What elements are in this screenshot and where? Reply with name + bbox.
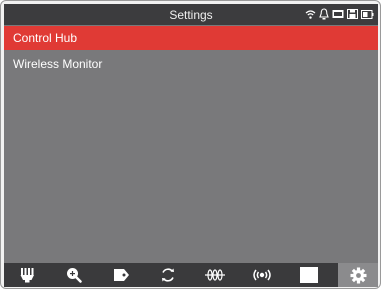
broadcast-icon [253, 269, 271, 281]
title-bar: Settings [4, 4, 378, 25]
gear-icon [350, 267, 366, 283]
refresh-icon [162, 268, 174, 282]
blank-button[interactable] [290, 263, 328, 287]
probe-icon [20, 268, 34, 283]
menu-item-label: Wireless Monitor [13, 57, 103, 71]
menu-item-wireless-monitor[interactable]: Wireless Monitor [4, 52, 378, 76]
menu-item-control-hub[interactable]: Control Hub [4, 26, 378, 50]
broadcast-button[interactable] [243, 263, 281, 287]
menu-item-label: Control Hub [13, 31, 78, 45]
status-icons [305, 7, 374, 21]
zoom-in-icon [67, 268, 82, 283]
bottom-toolbar [4, 263, 378, 287]
battery-icon [361, 9, 374, 19]
bell-icon [319, 8, 329, 20]
signal-wave-button[interactable] [196, 263, 234, 287]
card-icon [332, 10, 344, 18]
wifi-icon [305, 9, 316, 19]
screen: Settings Control Hub Wireless Monitor [4, 4, 378, 287]
save-icon [347, 9, 358, 19]
refresh-button[interactable] [149, 263, 187, 287]
tag-button[interactable] [102, 263, 140, 287]
settings-button[interactable] [338, 263, 378, 287]
blank-square-icon [300, 267, 318, 283]
device-frame: Settings Control Hub Wireless Monitor [0, 0, 381, 289]
signal-wave-icon [205, 269, 225, 281]
zoom-in-button[interactable] [55, 263, 93, 287]
probe-button[interactable] [8, 263, 46, 287]
tag-icon [113, 269, 129, 281]
